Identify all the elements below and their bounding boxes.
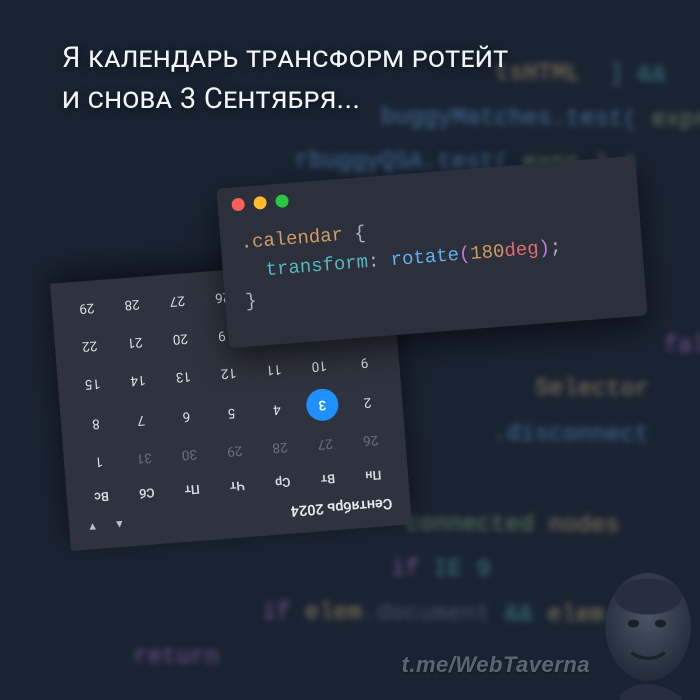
watermark: t.me/WebTaverna (402, 652, 590, 678)
calendar-day[interactable]: 29 (211, 434, 259, 467)
calendar-weekday: Пт (169, 476, 216, 502)
calendar-day[interactable]: 31 (120, 441, 168, 474)
calendar-day[interactable]: 27 (301, 427, 349, 460)
face-image (585, 565, 700, 700)
minimize-icon[interactable] (253, 195, 267, 209)
calendar-day[interactable]: 20 (156, 322, 204, 355)
calendar-day[interactable]: 13 (159, 360, 207, 393)
calendar-weekday: Сб (123, 479, 170, 505)
calendar-day[interactable]: 26 (347, 423, 395, 456)
calendar-weekday: Чт (214, 472, 261, 498)
calendar-day[interactable]: 14 (114, 363, 162, 396)
css-value-number: 180 (470, 241, 506, 266)
calendar-weekday: Вт (304, 465, 351, 491)
calendar-day[interactable]: 28 (108, 288, 156, 321)
calendar-day[interactable]: 4 (253, 391, 301, 426)
css-value-unit: deg (504, 238, 540, 263)
calendar-day[interactable]: 12 (205, 356, 253, 389)
calendar-day[interactable]: 29 (63, 291, 111, 324)
css-property: transform (265, 252, 369, 282)
calendar-day[interactable]: 22 (66, 329, 114, 362)
caption-line-2: и снова 3 Сентября... (62, 82, 360, 116)
css-function: rotate (390, 244, 460, 271)
calendar-weekday: Пн (350, 461, 397, 487)
calendar-day[interactable]: 28 (256, 431, 304, 464)
calendar-day[interactable]: 27 (153, 284, 201, 317)
calendar-day[interactable]: 2 (344, 384, 392, 419)
calendar-day[interactable]: 21 (111, 326, 159, 359)
calendar-day[interactable]: 5 (208, 394, 256, 429)
calendar-weekday: Вс (78, 483, 125, 509)
calendar-day[interactable]: 1 (75, 445, 123, 478)
calendar-next-icon[interactable]: ▼ (87, 520, 99, 534)
calendar-prev-icon[interactable]: ▲ (114, 518, 126, 532)
css-selector: .calendar (240, 224, 344, 254)
calendar-day[interactable]: 9 (341, 346, 389, 379)
meme-caption: Я календарь трансформ ротейт и снова 3 С… (62, 38, 660, 119)
calendar-day[interactable]: 6 (162, 398, 210, 433)
calendar-day[interactable]: 8 (72, 405, 120, 440)
caption-line-1: Я календарь трансформ ротейт (62, 41, 508, 75)
calendar-day-selected[interactable]: 3 (298, 387, 346, 422)
calendar-title: Сентябрь 2024 (290, 495, 393, 520)
calendar-day[interactable]: 15 (69, 367, 117, 400)
calendar-weekday: Ср (259, 468, 306, 494)
calendar-day[interactable]: 30 (166, 438, 214, 471)
code-editor-window: .calendar { transform: rotate(180deg); } (216, 156, 647, 348)
calendar-day[interactable]: 11 (250, 353, 298, 386)
calendar-day[interactable]: 7 (117, 401, 165, 436)
brace-close: } (244, 290, 257, 313)
maximize-icon[interactable] (275, 194, 289, 208)
close-icon[interactable] (231, 197, 245, 211)
calendar-day[interactable]: 10 (295, 349, 343, 382)
